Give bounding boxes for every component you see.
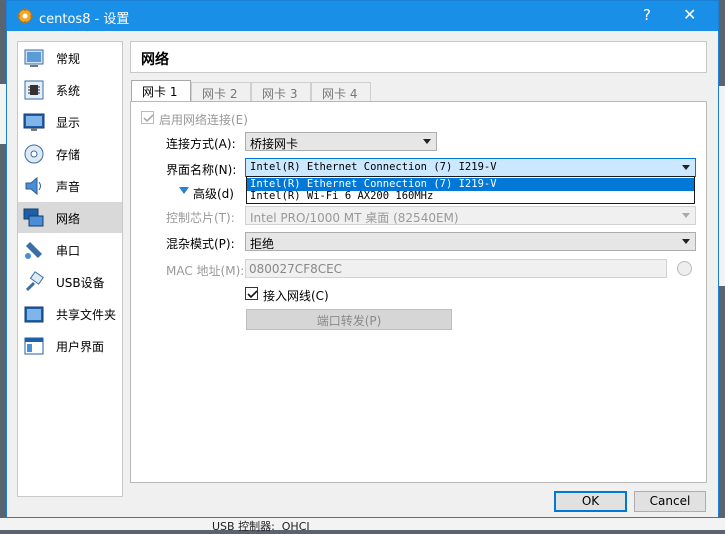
cable-connected-label: 接入网线(C)	[263, 289, 329, 303]
page-header: 网络	[130, 41, 707, 73]
attach-label: 连接方式(A):	[166, 137, 236, 151]
interface-name-dropdown: Intel(R) Ethernet Connection (7) I219-V …	[246, 176, 695, 204]
settings-sidebar: 常规 系统 显示 存储 声音 网络 串口 USB设备 共享文件夹 用户界面	[17, 41, 123, 497]
promiscuous-mode-select[interactable]: 拒绝	[245, 232, 696, 251]
sidebar-item-label: 显示	[56, 116, 81, 130]
chevron-down-icon	[682, 213, 690, 218]
usb-icon	[23, 271, 45, 293]
chevron-down-icon	[682, 165, 690, 170]
storage-disk-icon	[23, 143, 45, 165]
sidebar-item-serial[interactable]: 串口	[18, 234, 122, 265]
advanced-toggle[interactable]: 高级(d)	[193, 185, 234, 202]
sidebar-item-label: 常规	[56, 52, 81, 66]
interface-name-value: Intel(R) Ethernet Connection (7) I219-V	[250, 161, 497, 173]
network-icon	[23, 207, 45, 229]
sidebar-item-display[interactable]: 显示	[18, 106, 122, 137]
sidebar-item-label: USB设备	[56, 276, 105, 290]
attach-mode-value: 桥接网卡	[250, 137, 299, 151]
sidebar-item-system[interactable]: 系统	[18, 74, 122, 105]
dropdown-option-wifi[interactable]: Intel(R) Wi-Fi 6 AX200 160MHz	[247, 190, 694, 203]
sidebar-item-label: 声音	[56, 180, 81, 194]
tab-adapter-1[interactable]: 网卡 1	[131, 80, 191, 102]
tab-adapter-4[interactable]: 网卡 4	[311, 82, 371, 101]
adapter-type-select[interactable]: Intel PRO/1000 MT 桌面 (82540EM)	[245, 206, 696, 225]
port-forwarding-button[interactable]: 端口转发(P)	[246, 309, 452, 330]
adapter-type-label: 控制芯片(T):	[166, 211, 235, 225]
chevron-down-icon	[682, 239, 690, 244]
background-window-bottom	[0, 518, 725, 530]
promiscuous-label: 混杂模式(P):	[166, 237, 235, 251]
promiscuous-mode-value: 拒绝	[250, 237, 275, 251]
sidebar-item-label: 存储	[56, 148, 81, 162]
enable-network-checkbox[interactable]	[141, 111, 154, 124]
virtualbox-gear-icon	[17, 8, 33, 24]
tab-adapter-2[interactable]: 网卡 2	[191, 82, 251, 101]
system-chip-icon	[23, 79, 45, 101]
expand-triangle-icon[interactable]	[179, 187, 189, 194]
sidebar-item-label: 网络	[56, 212, 81, 226]
sidebar-item-user-interface[interactable]: 用户界面	[18, 330, 122, 361]
mac-address-label: MAC 地址(M):	[166, 264, 245, 278]
tab-adapter-3[interactable]: 网卡 3	[251, 82, 311, 101]
help-button[interactable]: ?	[643, 6, 651, 24]
sidebar-item-label: 系统	[56, 84, 81, 98]
general-icon	[23, 47, 45, 69]
user-interface-icon	[23, 335, 45, 357]
sidebar-item-network[interactable]: 网络	[18, 202, 122, 233]
settings-dialog: centos8 - 设置 ? ✕ 常规 系统 显示 存储 声音 网络 串口 US…	[6, 0, 719, 518]
speaker-icon	[23, 175, 45, 197]
sidebar-item-label: 用户界面	[56, 340, 105, 354]
attach-mode-select[interactable]: 桥接网卡	[245, 132, 437, 151]
sidebar-item-general[interactable]: 常规	[18, 42, 122, 73]
chevron-down-icon	[423, 139, 431, 144]
sidebar-item-audio[interactable]: 声音	[18, 170, 122, 201]
page-title: 网络	[141, 52, 169, 68]
shared-folder-icon	[23, 303, 45, 325]
cancel-button[interactable]: Cancel	[634, 491, 706, 512]
sidebar-item-usb[interactable]: USB设备	[18, 266, 122, 297]
cable-connected-checkbox[interactable]	[245, 287, 258, 300]
background-usb-text: USB 控制器: OHCI	[212, 520, 310, 533]
adapter-type-value: Intel PRO/1000 MT 桌面 (82540EM)	[250, 211, 459, 225]
serial-port-icon	[23, 239, 45, 261]
window-title: centos8 - 设置	[39, 12, 130, 27]
close-button[interactable]: ✕	[683, 5, 696, 24]
title-bar: centos8 - 设置 ? ✕	[7, 1, 718, 31]
sidebar-item-storage[interactable]: 存储	[18, 138, 122, 169]
refresh-mac-icon[interactable]	[677, 261, 692, 276]
mac-address-field[interactable]: 080027CF8CEC	[245, 259, 667, 278]
sidebar-item-label: 共享文件夹	[56, 308, 117, 322]
interface-name-select[interactable]: Intel(R) Ethernet Connection (7) I219-V	[245, 158, 696, 177]
name-label: 界面名称(N):	[166, 163, 237, 177]
sidebar-item-shared-folders[interactable]: 共享文件夹	[18, 298, 122, 329]
ok-button[interactable]: OK	[554, 491, 627, 512]
sidebar-item-label: 串口	[56, 244, 81, 258]
enable-network-label: 启用网络连接(E)	[159, 113, 248, 127]
display-monitor-icon	[23, 111, 45, 133]
